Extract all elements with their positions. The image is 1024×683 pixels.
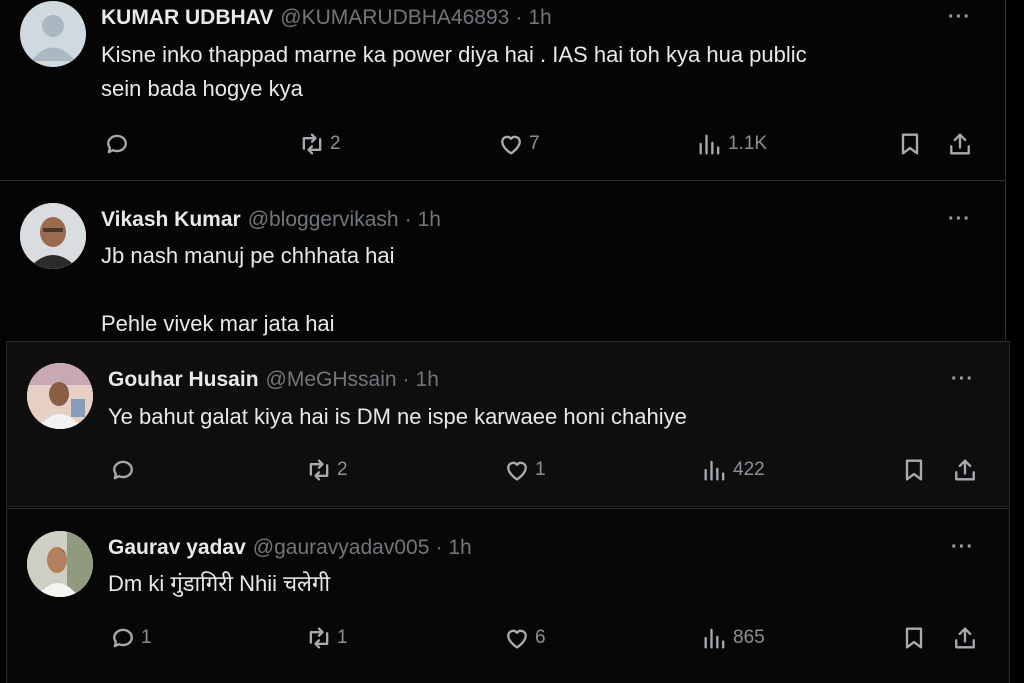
like-icon [507, 629, 527, 649]
post-time[interactable]: 1h [448, 536, 471, 560]
reply-icon [113, 628, 133, 648]
post-text: Kisne inko thappad marne ka power diya h… [101, 42, 807, 101]
separator-dot: · [402, 368, 410, 391]
post-gaurav-yadav[interactable]: Gaurav yadav @gauravyadav005 · 1h ··· Dm… [6, 508, 1010, 683]
more-icon[interactable]: ··· [951, 368, 974, 391]
more-icon[interactable]: ··· [948, 6, 971, 29]
repost-icon [309, 459, 329, 481]
profile-photo [27, 363, 93, 429]
repost-icon [309, 627, 329, 649]
like-icon [501, 135, 521, 155]
author-handle[interactable]: @MeGHssain [266, 368, 397, 392]
like-count: 1 [535, 459, 546, 480]
views-count: 422 [733, 459, 765, 480]
avatar-default[interactable] [20, 1, 86, 67]
views-button[interactable]: 865 [701, 624, 765, 652]
post-actions: 2 1 422 [7, 456, 1009, 486]
like-button[interactable]: 7 [497, 130, 540, 158]
author-name[interactable]: Vikash Kumar [101, 208, 241, 232]
share-button[interactable] [946, 130, 974, 158]
more-icon[interactable]: ··· [951, 536, 974, 559]
share-button[interactable] [951, 456, 979, 484]
like-icon [507, 461, 527, 481]
like-button[interactable]: 1 [503, 456, 546, 484]
post-header: Gouhar Husain @MeGHssain · 1h [108, 368, 439, 392]
author-name[interactable]: Gouhar Husain [108, 368, 259, 392]
share-icon [955, 627, 975, 649]
post-header: Vikash Kumar @bloggervikash · 1h [101, 208, 441, 232]
bookmark-button[interactable] [896, 130, 924, 158]
post-vikash-kumar[interactable]: Vikash Kumar @bloggervikash · 1h ··· Jb … [0, 181, 1006, 341]
like-count: 7 [529, 133, 540, 154]
post-actions: 2 7 1.1K [0, 130, 1005, 160]
post-time[interactable]: 1h [418, 208, 441, 232]
avatar-gouhar[interactable] [27, 363, 93, 429]
reply-button[interactable] [109, 456, 141, 484]
repost-count: 2 [337, 459, 348, 480]
more-icon[interactable]: ··· [948, 208, 971, 231]
reply-icon [113, 460, 133, 480]
post-time[interactable]: 1h [416, 368, 439, 392]
reply-button[interactable]: 1 [109, 624, 152, 652]
post-gouhar-husain[interactable]: Gouhar Husain @MeGHssain · 1h ··· Ye bah… [6, 341, 1010, 507]
share-button[interactable] [951, 624, 979, 652]
views-icon [699, 134, 720, 155]
views-count: 865 [733, 627, 765, 648]
author-handle[interactable]: @gauravyadav005 [253, 536, 430, 560]
repost-button[interactable]: 2 [305, 456, 348, 484]
post-time[interactable]: 1h [528, 6, 551, 30]
repost-count: 1 [337, 627, 348, 648]
post-actions: 1 1 6 865 [7, 624, 1009, 654]
author-name[interactable]: Gaurav yadav [108, 536, 246, 560]
separator-dot: · [515, 6, 523, 29]
like-count: 6 [535, 627, 546, 648]
views-button[interactable]: 422 [701, 456, 765, 484]
repost-icon [302, 133, 322, 155]
post-kumar-udbhav[interactable]: KUMAR UDBHAV @KUMARUDBHA46893 · 1h ··· K… [0, 0, 1006, 181]
avatar-gaurav[interactable] [27, 531, 93, 597]
reply-icon [107, 134, 127, 154]
repost-count: 2 [330, 133, 341, 154]
default-avatar-icon [31, 15, 75, 61]
separator-dot: · [404, 208, 412, 231]
profile-photo [20, 203, 86, 269]
like-button[interactable]: 6 [503, 624, 546, 652]
post-header: Gaurav yadav @gauravyadav005 · 1h [108, 536, 472, 560]
bookmark-icon [905, 627, 923, 649]
author-handle[interactable]: @KUMARUDBHA46893 [280, 6, 509, 30]
bookmark-icon [901, 133, 919, 155]
separator-dot: · [435, 536, 443, 559]
avatar-vikash[interactable] [20, 203, 86, 269]
reply-button[interactable] [103, 130, 135, 158]
reply-count: 1 [141, 627, 152, 648]
views-button[interactable]: 1.1K [696, 130, 767, 158]
bookmark-icon [905, 459, 923, 481]
share-icon [955, 459, 975, 481]
share-icon [950, 133, 970, 155]
views-icon [704, 628, 725, 649]
post-header: KUMAR UDBHAV @KUMARUDBHA46893 · 1h [101, 6, 552, 30]
repost-button[interactable]: 2 [298, 130, 341, 158]
author-name[interactable]: KUMAR UDBHAV [101, 6, 273, 30]
views-count: 1.1K [728, 133, 768, 154]
post-text: Ye bahut galat kiya hai is DM ne ispe ka… [108, 404, 687, 429]
post-text: Dm ki गुंडागिरी Nhii चलेगी [108, 571, 331, 596]
author-handle[interactable]: @bloggervikash [248, 208, 399, 232]
views-icon [704, 460, 725, 481]
repost-button[interactable]: 1 [305, 624, 348, 652]
bookmark-button[interactable] [900, 624, 928, 652]
bookmark-button[interactable] [900, 456, 928, 484]
post-text: Jb nash manuj pe chhhata hai Pehle vivek… [101, 243, 395, 336]
profile-photo [27, 531, 93, 597]
